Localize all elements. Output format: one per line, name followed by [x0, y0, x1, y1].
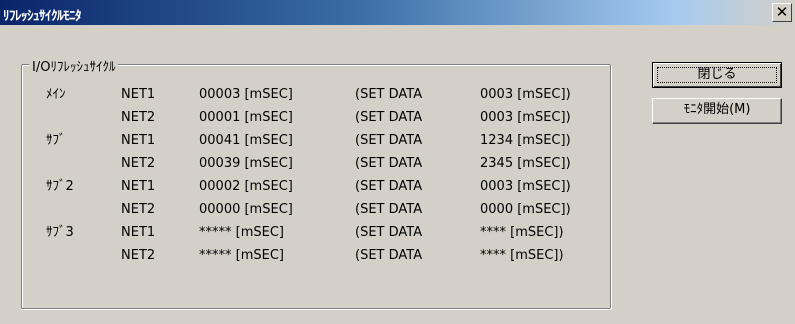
- title-bar: ﾘﾌﾚｯｼｭｻｲｸﾙﾓﾆﾀ ✕: [0, 0, 795, 25]
- row-value: 00002 [mSEC]: [199, 179, 293, 194]
- row-set: (SET DATA: [355, 87, 423, 102]
- row-set-value: 0003 [mSEC]): [480, 179, 571, 194]
- row-set: (SET DATA: [355, 248, 423, 263]
- group-label: I/Oﾘﾌﾚｯｼｭｻｲｸﾙ: [29, 56, 119, 75]
- row-set-value: **** [mSEC]): [480, 225, 564, 240]
- row-net: NET1: [121, 225, 156, 240]
- row-net: NET2: [121, 110, 156, 125]
- row-set-value: 0003 [mSEC]): [480, 87, 571, 102]
- row-value: ***** [mSEC]: [199, 225, 284, 240]
- row-label: ｻﾌﾞ3: [46, 225, 74, 240]
- row-net: NET1: [121, 133, 156, 148]
- window-title: ﾘﾌﾚｯｼｭｻｲｸﾙﾓﾆﾀ: [3, 9, 82, 24]
- row-set: (SET DATA: [355, 179, 423, 194]
- close-button[interactable]: 閉じる: [652, 62, 782, 88]
- row-set-value: **** [mSEC]): [480, 248, 564, 263]
- window-close-button[interactable]: ✕: [772, 3, 792, 22]
- row-net: NET2: [121, 202, 156, 217]
- row-set-value: 0003 [mSEC]): [480, 110, 571, 125]
- row-label: ｻﾌﾞ2: [46, 179, 74, 194]
- row-label: ｻﾌﾞ: [46, 133, 66, 148]
- row-value: 00041 [mSEC]: [199, 133, 293, 148]
- row-set-value: 1234 [mSEC]): [480, 133, 571, 148]
- row-value: 00003 [mSEC]: [199, 87, 293, 102]
- row-value: 00001 [mSEC]: [199, 110, 293, 125]
- row-value: 00039 [mSEC]: [199, 156, 293, 171]
- monitor-start-button[interactable]: ﾓﾆﾀ開始(M): [652, 98, 782, 124]
- row-net: NET2: [121, 248, 156, 263]
- row-set: (SET DATA: [355, 133, 423, 148]
- close-icon: ✕: [775, 3, 789, 21]
- row-value: ***** [mSEC]: [199, 248, 284, 263]
- row-value: 00000 [mSEC]: [199, 202, 293, 217]
- row-set-value: 2345 [mSEC]): [480, 156, 571, 171]
- monitor-start-label: ﾓﾆﾀ開始(M): [683, 102, 751, 117]
- row-set-value: 0000 [mSEC]): [480, 202, 571, 217]
- row-set: (SET DATA: [355, 156, 423, 171]
- row-net: NET1: [121, 87, 156, 102]
- row-net: NET1: [121, 179, 156, 194]
- row-set: (SET DATA: [355, 225, 423, 240]
- row-net: NET2: [121, 156, 156, 171]
- row-label: ﾒｲﾝ: [46, 87, 66, 102]
- row-set: (SET DATA: [355, 202, 423, 217]
- close-button-label: 閉じる: [657, 67, 777, 83]
- row-set: (SET DATA: [355, 110, 423, 125]
